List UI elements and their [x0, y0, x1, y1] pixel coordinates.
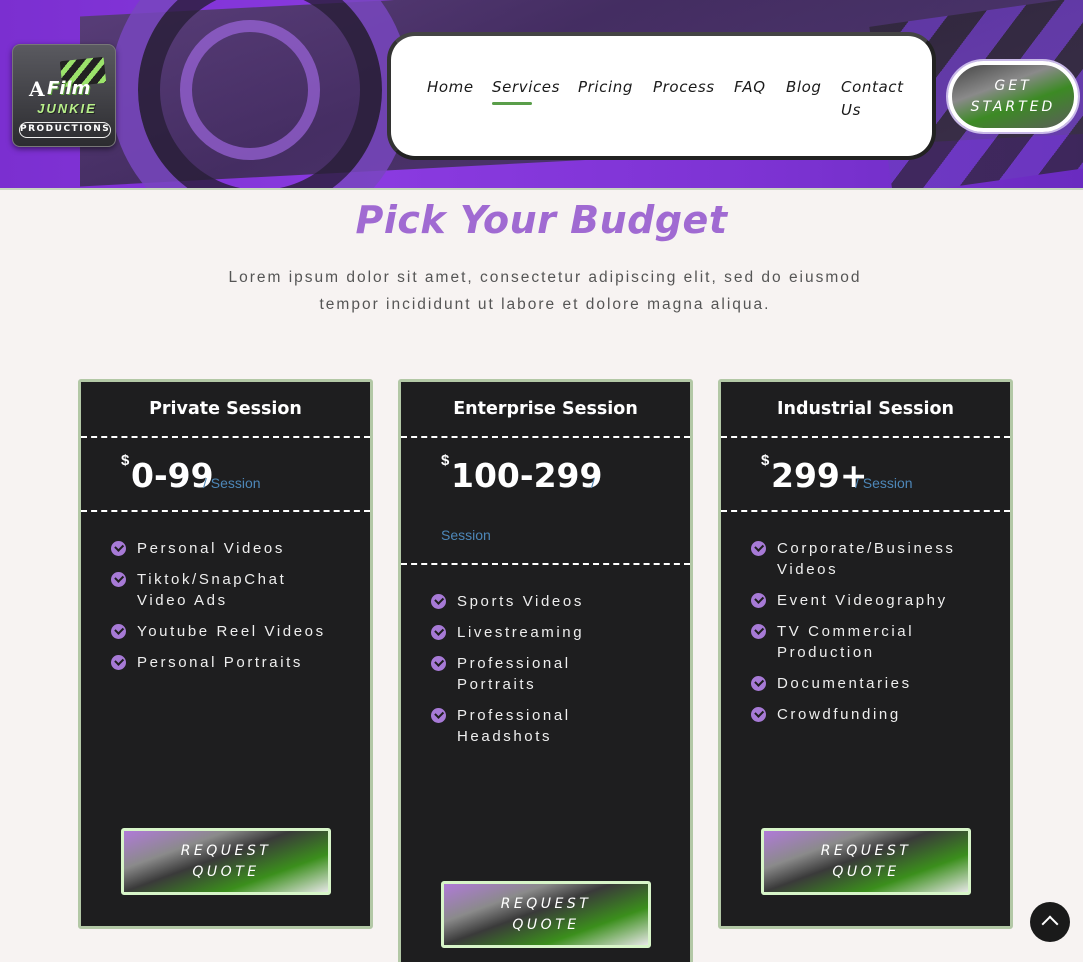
feature-item: Sports Videos — [431, 591, 597, 612]
feature-item: Personal Videos — [111, 538, 326, 559]
nav-faq[interactable]: FAQ — [734, 76, 766, 99]
pricing-card-private: Private Session $ 0-99 / Session Persona… — [78, 379, 373, 929]
feature-list: Corporate/Business Videos Event Videogra… — [751, 538, 987, 735]
plan-name: Industrial Session — [776, 399, 955, 419]
feature-item: Corporate/Business Videos — [751, 538, 987, 580]
check-circle-icon — [431, 594, 446, 609]
check-circle-icon — [111, 572, 126, 587]
pricing-title: Pick Your Budget — [355, 198, 728, 242]
price-amount: 299+ — [771, 456, 868, 495]
feature-item: Personal Portraits — [111, 652, 326, 673]
price-currency: $ — [121, 452, 130, 469]
feature-item: Professional Headshots — [431, 705, 597, 747]
feature-list: Sports Videos Livestreaming Professional… — [431, 591, 597, 757]
pricing-subtitle: Lorem ipsum dolor sit amet, consectetur … — [228, 269, 862, 313]
divider — [721, 510, 1010, 512]
check-circle-icon — [431, 625, 446, 640]
check-circle-icon — [751, 593, 766, 608]
feature-item: Event Videography — [751, 590, 987, 611]
nav-contact-us[interactable]: Contact Us — [841, 76, 904, 122]
request-quote-line2: QUOTE — [192, 864, 260, 880]
logo-letter-a: A — [29, 77, 45, 101]
price-period: Session — [441, 527, 491, 543]
pricing-card-industrial: Industrial Session $ 299+ / Session Corp… — [718, 379, 1013, 929]
request-quote-button[interactable]: REQUEST QUOTE — [441, 881, 651, 948]
check-circle-icon — [111, 541, 126, 556]
feature-list: Personal Videos Tiktok/SnapChat Video Ad… — [111, 538, 326, 683]
logo-film-text: Film — [47, 78, 91, 99]
nav-blog[interactable]: Blog — [786, 76, 822, 99]
nav-home[interactable]: Home — [427, 76, 474, 99]
check-circle-icon — [751, 541, 766, 556]
feature-item: Livestreaming — [431, 622, 597, 643]
request-quote-button[interactable]: REQUEST QUOTE — [761, 828, 971, 895]
pricing-card-enterprise: Enterprise Session $ 100-299 / Session S… — [398, 379, 693, 962]
request-quote-line1: REQUEST — [820, 843, 912, 859]
price-period: / Session — [203, 475, 261, 491]
feature-item: Documentaries — [751, 673, 987, 694]
nav-contact-label: Contact — [841, 78, 904, 96]
check-circle-icon — [431, 656, 446, 671]
nav-pricing[interactable]: Pricing — [578, 76, 633, 99]
check-circle-icon — [751, 624, 766, 639]
check-circle-icon — [431, 708, 446, 723]
nav-contact-label-2: Us — [841, 101, 861, 119]
scroll-to-top-button[interactable] — [1030, 902, 1070, 942]
price-currency: $ — [761, 452, 770, 469]
logo-junkie-text: JUNKIE — [37, 101, 97, 116]
request-quote-line2: QUOTE — [512, 917, 580, 933]
check-circle-icon — [751, 676, 766, 691]
main-nav: Home Services Pricing Process FAQ Blog C… — [387, 32, 936, 160]
feature-item: Crowdfunding — [751, 704, 987, 725]
request-quote-button[interactable]: REQUEST QUOTE — [121, 828, 331, 895]
feature-item: Professional Portraits — [431, 653, 597, 695]
divider — [721, 436, 1010, 438]
feature-item: Youtube Reel Videos — [111, 621, 326, 642]
price-period: / Session — [855, 475, 913, 491]
film-reel-inner-graphic — [180, 20, 320, 160]
request-quote-line1: REQUEST — [500, 896, 592, 912]
nav-services[interactable]: Services — [492, 76, 560, 105]
check-circle-icon — [751, 707, 766, 722]
site-header: A Film JUNKIE PRODUCTIONS Home Services … — [0, 0, 1083, 190]
logo-productions-text: PRODUCTIONS — [19, 122, 111, 138]
check-circle-icon — [111, 624, 126, 639]
get-started-line1: GET — [994, 78, 1032, 94]
price-amount: 100-299 — [451, 456, 603, 495]
price-period-slash: / — [591, 475, 595, 491]
check-circle-icon — [111, 655, 126, 670]
price-amount: 0-99 — [131, 456, 214, 495]
divider — [401, 563, 690, 565]
nav-process[interactable]: Process — [653, 76, 715, 99]
site-logo[interactable]: A Film JUNKIE PRODUCTIONS — [12, 44, 116, 147]
divider — [81, 510, 370, 512]
divider — [81, 436, 370, 438]
plan-name: Private Session — [149, 399, 302, 419]
request-quote-line2: QUOTE — [832, 864, 900, 880]
feature-item: TV Commercial Production — [751, 621, 987, 663]
price-currency: $ — [441, 452, 450, 469]
feature-item: Tiktok/SnapChat Video Ads — [111, 569, 326, 611]
divider — [401, 436, 690, 438]
request-quote-line1: REQUEST — [180, 843, 272, 859]
get-started-line2: STARTED — [970, 99, 1056, 115]
get-started-button[interactable]: GET STARTED — [948, 61, 1078, 132]
plan-name: Enterprise Session — [453, 399, 638, 419]
